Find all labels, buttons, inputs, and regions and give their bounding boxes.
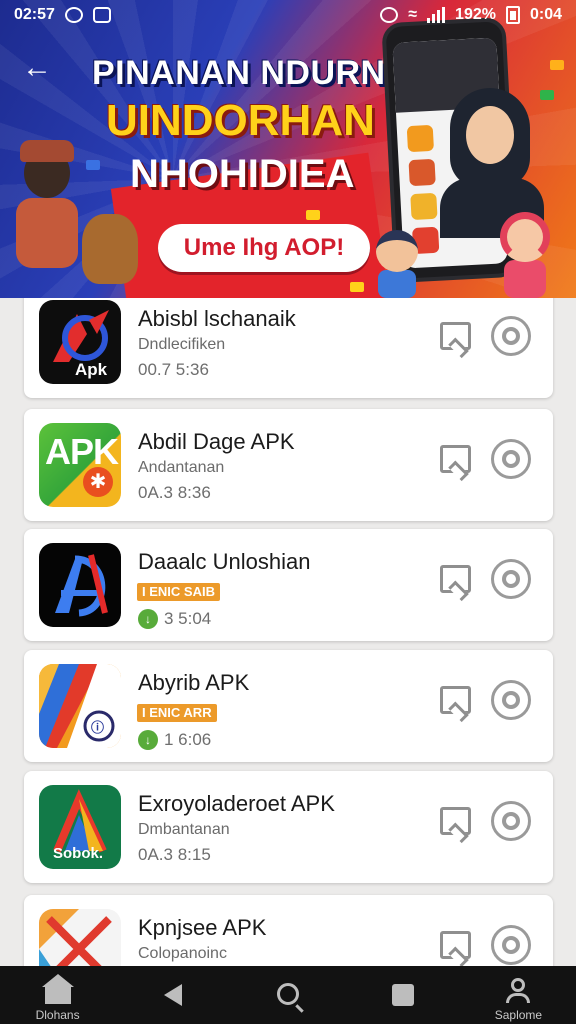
icon-label: APK (45, 431, 119, 472)
nav-home[interactable]: Dlohans (0, 966, 115, 1024)
list-item[interactable]: Kpnjsee APK Colopanoinc (24, 895, 553, 966)
app-meta: ↓ 3 5:04 (138, 609, 211, 629)
app-subtitle: Colopanoinc (138, 945, 227, 962)
bookmark-icon[interactable] (440, 686, 471, 714)
apk-green-a-icon: Sobok. (39, 785, 121, 869)
bookmark-icon[interactable] (440, 931, 471, 959)
list-item[interactable]: Sobok. Exroyoladeroet APK Dmbantanan 0A.… (24, 771, 553, 883)
app-subtitle: Dmbantanan (138, 821, 230, 838)
mascot-illustration (10, 140, 86, 290)
nav-search[interactable] (230, 966, 345, 1024)
download-icon[interactable] (491, 559, 531, 599)
list-item[interactable]: Apk Abisbl lschanaik Dndlecifiken 00.7 5… (24, 298, 553, 398)
bookmark-icon[interactable] (440, 565, 471, 593)
download-icon[interactable] (491, 680, 531, 720)
status-time-right: 0:04 (529, 6, 562, 23)
status-bar: 02:57 ≈ 192% 0:04 (0, 0, 576, 30)
list-item[interactable]: Daaalc Unloshian I ENIC SAIB ↓ 3 5:04 (24, 529, 553, 641)
app-meta: 0A.3 8:15 (138, 845, 211, 865)
app-meta: 0A.3 8:36 (138, 483, 211, 503)
list-item[interactable]: APK ✱ Abdil Dage APK Andantanan 0A.3 8:3… (24, 409, 553, 521)
nav-label: Dlohans (35, 1008, 80, 1022)
battery-icon (505, 6, 520, 24)
icon-label: Sobok. (53, 845, 104, 862)
download-count-icon: ↓ (138, 730, 158, 750)
apk-dark-a-icon (39, 543, 121, 627)
icon-label: Apk (75, 360, 108, 379)
girl-illustration (494, 212, 556, 298)
confetti (86, 160, 100, 170)
app-name: Daaalc Unloshian (138, 549, 311, 574)
signal-icon (427, 7, 446, 23)
dog-mascot-illustration (82, 214, 138, 284)
nav-back[interactable] (115, 966, 230, 1024)
alarm-icon (380, 7, 399, 23)
download-count-icon: ↓ (138, 609, 158, 629)
banner-title-line2: UINDORHAN (106, 96, 375, 145)
bookmark-icon[interactable] (440, 445, 471, 473)
app-meta-text: 00.7 5:36 (138, 360, 209, 379)
banner-title-line3: NHOHIDIEA (130, 152, 355, 196)
home-icon (41, 974, 74, 1004)
app-meta-text: 1 6:06 (164, 730, 212, 749)
wifi-icon: ≈ (408, 6, 418, 23)
battery-percent: 192% (455, 6, 496, 23)
apk-x-icon (39, 909, 121, 966)
sync-icon (64, 7, 83, 23)
category-badge: I ENIC ARR (137, 704, 217, 722)
bottom-navigation: Dlohans Saplome (0, 966, 576, 1024)
banner-cta-button[interactable]: Ume Ihg AOP! (158, 224, 370, 272)
nav-recents[interactable] (346, 966, 461, 1024)
confetti (550, 60, 564, 70)
status-time: 02:57 (14, 6, 55, 23)
app-meta-text: 0A.3 8:36 (138, 483, 211, 502)
search-icon (277, 983, 299, 1005)
bookmark-icon[interactable] (440, 807, 471, 835)
banner-title-line1: PINANAN NDURNI (92, 54, 396, 92)
nav-label: Saplome (494, 1008, 543, 1022)
confetti (350, 282, 364, 292)
promo-banner[interactable]: ← PINANAN NDURNI UINDORHAN NHOHIDIEA Ume… (0, 0, 576, 298)
back-icon (163, 984, 182, 1006)
square-icon (392, 984, 415, 1006)
boy-illustration (372, 230, 422, 298)
nav-profile[interactable]: Saplome (461, 966, 576, 1024)
download-icon[interactable] (491, 316, 531, 356)
apk-red-a-icon: Apk (39, 300, 121, 384)
apk-stripes-icon: ⓘ (39, 664, 121, 748)
notification-icon (92, 7, 111, 23)
download-icon[interactable] (491, 801, 531, 841)
download-icon[interactable] (491, 439, 531, 479)
app-list[interactable]: Apk Abisbl lschanaik Dndlecifiken 00.7 5… (0, 298, 576, 966)
app-name: Abisbl lschanaik (138, 306, 296, 331)
confetti (306, 210, 320, 220)
asterisk-badge-icon: ✱ (83, 467, 113, 497)
app-subtitle: Dndlecifiken (138, 336, 226, 353)
category-badge: I ENIC SAIB (137, 583, 220, 601)
app-meta: ↓ 1 6:06 (138, 730, 211, 750)
download-icon[interactable] (491, 925, 531, 965)
svg-text:ⓘ: ⓘ (91, 720, 104, 735)
app-name: Exroyoladeroet APK (138, 791, 335, 816)
app-subtitle: Andantanan (138, 459, 225, 476)
back-arrow-icon[interactable]: ← (22, 50, 58, 86)
profile-icon (506, 978, 531, 1003)
app-meta: 00.7 5:36 (138, 360, 209, 380)
app-name: Abdil Dage APK (138, 429, 295, 454)
app-meta-text: 3 5:04 (164, 609, 212, 628)
list-item[interactable]: ⓘ Abyrib APK I ENIC ARR ↓ 1 6:06 (24, 650, 553, 762)
apk-green-icon: APK ✱ (39, 423, 121, 507)
app-meta-text: 0A.3 8:15 (138, 845, 211, 864)
app-name: Kpnjsee APK (138, 915, 267, 940)
app-name: Abyrib APK (138, 670, 250, 695)
bookmark-icon[interactable] (440, 322, 471, 350)
